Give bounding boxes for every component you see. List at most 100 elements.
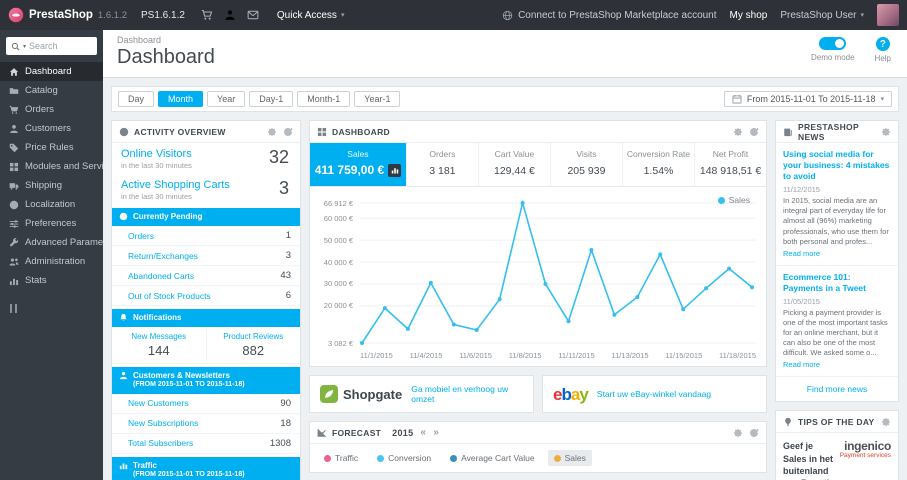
read-more-link[interactable]: Read more (783, 360, 820, 369)
x-axis-tick-label: 11/13/2015 (611, 351, 649, 360)
active-carts-row: Active Shopping Carts 3 in the last 30 m… (112, 174, 300, 205)
sales-detail-badge-icon[interactable] (388, 163, 402, 177)
sidebar-item-orders[interactable]: Orders (0, 100, 103, 119)
gear-icon[interactable] (733, 428, 743, 438)
kpi-orders[interactable]: Orders 3 181 (405, 143, 478, 186)
total-subscribers-row: Total Subscribers 1308 (112, 434, 300, 454)
pending-orders-row: Orders 1 (112, 226, 300, 246)
y-axis-tick-label: 20 000 € (323, 301, 353, 311)
marketplace-link[interactable]: Connect to PrestaShop Marketplace accoun… (502, 10, 717, 21)
out-of-stock-link[interactable]: Out of Stock Products (128, 291, 211, 301)
forecast-legend-conversion[interactable]: Conversion (371, 450, 437, 466)
sidebar-item-shipping[interactable]: Shipping (0, 176, 103, 195)
sales-legend-dot (717, 196, 725, 204)
read-more-link[interactable]: Read more (783, 249, 820, 258)
active-carts-link[interactable]: Active Shopping Carts (121, 179, 230, 191)
filter-year-button[interactable]: Year (207, 90, 246, 108)
kpi-sales-label: Sales (347, 149, 369, 159)
forecast-legend-average-cart-value[interactable]: Average Cart Value (444, 450, 540, 466)
people-icon (9, 257, 19, 267)
content: Day Month Year Day-1 Month-1 Year-1 From… (103, 78, 907, 480)
help-icon[interactable]: ? (875, 37, 890, 51)
customers-notifications-icon[interactable] (224, 9, 236, 21)
shop-name-link[interactable]: PS1.6.1.2 (141, 10, 185, 21)
sidebar-item-label: Orders (25, 104, 55, 115)
search-type-caret-icon[interactable]: ▾ (23, 43, 26, 50)
sidebar-item-preferences[interactable]: Preferences (0, 214, 103, 233)
product-reviews-cell[interactable]: Product Reviews 882 (205, 327, 301, 363)
gear-icon[interactable] (267, 127, 277, 137)
news-article-title-link[interactable]: Using social media for your business: 4 … (783, 149, 891, 182)
quick-access-menu[interactable]: Quick Access ▾ (277, 10, 345, 21)
kpi-visits[interactable]: Visits 205 939 (549, 143, 622, 186)
news-article-title-link[interactable]: Ecommerce 101: Payments in a Tweet (783, 272, 891, 294)
new-messages-cell[interactable]: New Messages 144 (112, 327, 206, 363)
refresh-icon[interactable] (283, 127, 293, 137)
kpi-net-profit[interactable]: Net Profit 148 918,51 € (694, 143, 766, 186)
traffic-subtitle: (FROM 2015-11-01 TO 2015-11-18) (133, 470, 245, 478)
sidebar-item-advanced-parameters[interactable]: Advanced Parameters (0, 233, 103, 252)
sidebar-item-price-rules[interactable]: Price Rules (0, 138, 103, 157)
forecast-next-icon[interactable]: » (433, 427, 439, 438)
demo-mode-toggle[interactable] (819, 37, 847, 50)
gear-icon[interactable] (881, 127, 891, 137)
kpi-sales-value: 411 759,00 € (310, 163, 406, 177)
kpi-cart-value[interactable]: Cart Value 129,44 € (477, 143, 550, 186)
forecast-legend-traffic[interactable]: Traffic (318, 450, 364, 466)
user-menu[interactable]: PrestaShop User ▾ (780, 10, 864, 21)
kpi-conversion-rate[interactable]: Conversion Rate 1.54% (621, 143, 694, 186)
abandoned-carts-value: 43 (280, 270, 291, 281)
orders-notifications-icon[interactable] (201, 9, 213, 21)
sidebar-item-modules-and-services[interactable]: Modules and Services (0, 157, 103, 176)
y-axis-tick-label: 50 000 € (323, 235, 353, 245)
forecast-legend-sales[interactable]: Sales (547, 450, 592, 467)
activity-overview-panel: ACTIVITY OVERVIEW Online Visitors 32 in … (111, 120, 301, 480)
gear-icon[interactable] (881, 417, 891, 427)
refresh-icon[interactable] (749, 428, 759, 438)
date-range-picker[interactable]: From 2015-11-01 To 2015-11-18 ▾ (723, 91, 892, 107)
filter-month-button[interactable]: Month (158, 90, 204, 108)
shopgate-promo-link[interactable]: Ga mobiel en verhoog uw omzet (411, 384, 523, 404)
sidebar-item-dashboard[interactable]: Dashboard (0, 62, 103, 81)
new-subscriptions-value: 18 (280, 417, 291, 429)
sidebar-item-catalog[interactable]: Catalog (0, 81, 103, 100)
refresh-icon[interactable] (749, 127, 759, 137)
total-subscribers-link[interactable]: Total Subscribers (128, 438, 193, 448)
tips-panel-header: TIPS OF THE DAY (776, 411, 898, 434)
search-input[interactable] (29, 41, 92, 51)
sidebar-item-stats[interactable]: Stats (0, 271, 103, 290)
new-customers-link[interactable]: New Customers (128, 398, 188, 408)
sidebar-item-label: Modules and Services (25, 161, 103, 172)
new-subscriptions-link[interactable]: New Subscriptions (128, 418, 198, 428)
online-visitors-link[interactable]: Online Visitors (121, 148, 192, 160)
return-exchanges-link[interactable]: Return/Exchanges (128, 251, 198, 261)
out-of-stock-row: Out of Stock Products 6 (112, 286, 300, 306)
average-cart-value-dot (450, 454, 458, 462)
prestashop-logo[interactable]: PrestaShop 1.6.1.2 (0, 7, 135, 23)
forecast-year[interactable]: 2015 (392, 428, 413, 438)
online-visitors-row: Online Visitors 32 in the last 30 minute… (112, 143, 300, 174)
my-shop-link[interactable]: My shop (730, 10, 768, 21)
filter-year-1-button[interactable]: Year-1 (354, 90, 401, 108)
kpi-sales[interactable]: Sales 411 759,00 € (310, 143, 406, 186)
ebay-promo-link[interactable]: Start uw eBay-winkel vandaag (597, 389, 711, 399)
sidebar-item-administration[interactable]: Administration (0, 252, 103, 271)
demo-mode-label: Demo mode (810, 53, 855, 62)
kpi-row: Sales 411 759,00 € Orders 3 181 Cart Val… (310, 143, 766, 187)
search-icon[interactable] (11, 42, 20, 51)
filter-month-1-button[interactable]: Month-1 (297, 90, 351, 108)
center-column: DASHBOARD Sales 411 759,00 € Orders 3 18… (309, 120, 767, 474)
sidebar-collapse-icon[interactable] (10, 304, 93, 313)
abandoned-carts-link[interactable]: Abandoned Carts (128, 271, 194, 281)
forecast-prev-icon[interactable]: « (420, 427, 426, 438)
active-carts-caption: in the last 30 minutes (121, 192, 192, 201)
pending-orders-link[interactable]: Orders (128, 231, 154, 241)
filter-day-1-button[interactable]: Day-1 (249, 90, 294, 108)
user-avatar[interactable] (877, 4, 899, 26)
sidebar-item-customers[interactable]: Customers (0, 119, 103, 138)
find-more-news-link[interactable]: Find more news (776, 377, 898, 401)
gear-icon[interactable] (733, 127, 743, 137)
filter-day-button[interactable]: Day (118, 90, 155, 108)
messages-notifications-icon[interactable] (247, 9, 259, 21)
sidebar-item-localization[interactable]: Localization (0, 195, 103, 214)
